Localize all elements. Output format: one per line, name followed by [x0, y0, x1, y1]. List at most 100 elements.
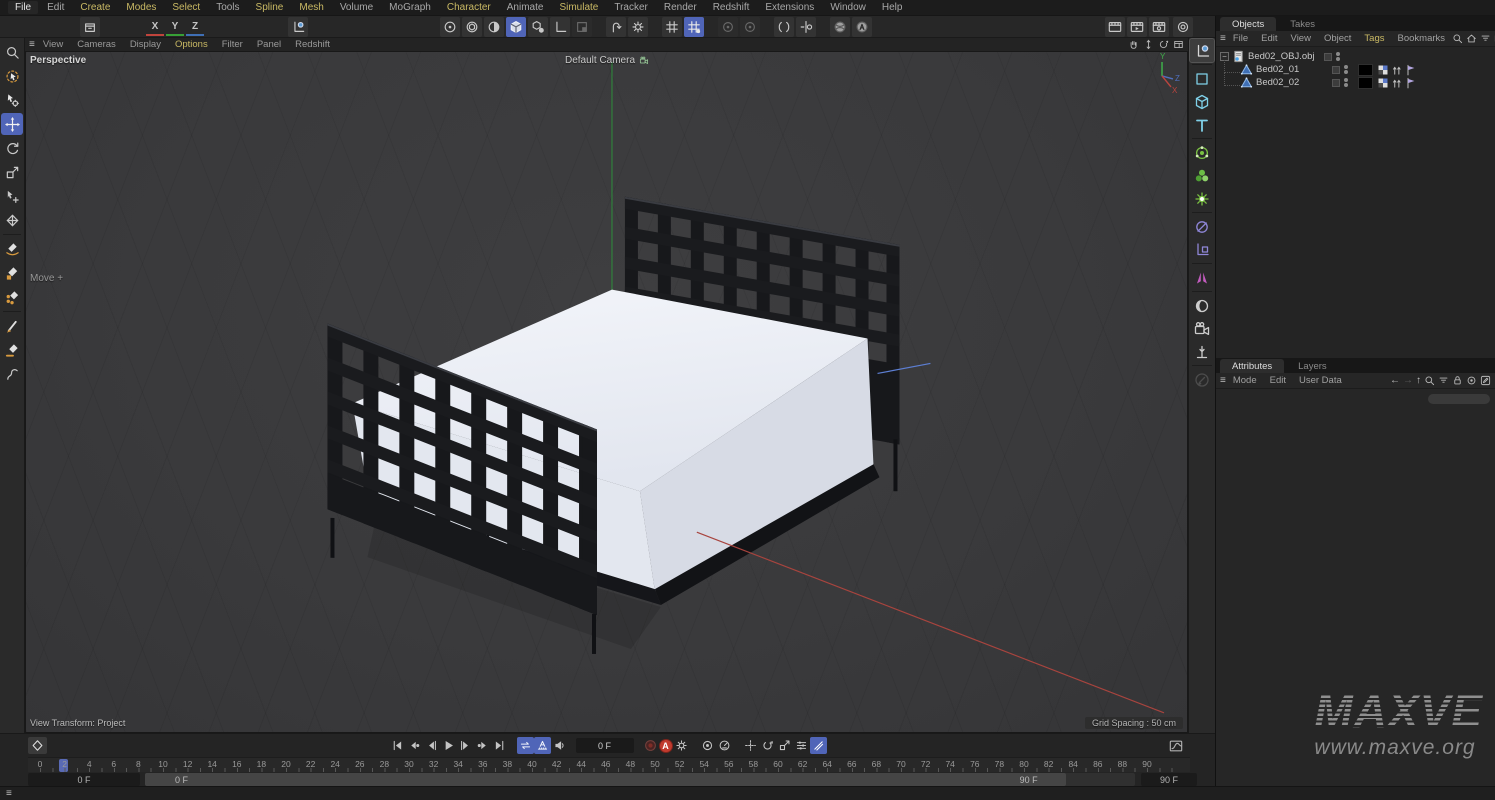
om-menu-file[interactable]: File — [1227, 33, 1254, 44]
field-object-icon[interactable] — [1190, 215, 1214, 238]
cache-object[interactable] — [830, 17, 850, 37]
object-row-bed02_02[interactable]: Bed02_02 — [1216, 76, 1495, 89]
menu-select[interactable]: Select — [165, 1, 207, 14]
previous-frame-button[interactable] — [423, 737, 440, 754]
range-end-field[interactable]: 90 F — [1141, 773, 1197, 786]
alembic-bake[interactable] — [852, 17, 872, 37]
am-tab-layers[interactable]: Layers — [1286, 359, 1339, 373]
current-frame-field[interactable]: 0 F — [576, 738, 634, 753]
menu-animate[interactable]: Animate — [500, 1, 551, 14]
text-object-icon[interactable] — [1190, 113, 1214, 136]
sound-button[interactable] — [551, 737, 568, 754]
am-lock-icon[interactable] — [1452, 375, 1463, 386]
vp-menu-display[interactable]: Display — [124, 39, 167, 50]
menu-modes[interactable]: Modes — [119, 1, 163, 14]
om-filter-icon[interactable] — [1480, 33, 1491, 44]
menu-character[interactable]: Character — [440, 1, 498, 14]
am-filter-icon[interactable] — [1438, 375, 1449, 386]
content-browser[interactable] — [80, 17, 100, 37]
axis-toggle-z[interactable]: Z — [186, 18, 204, 36]
phong-tag-icon[interactable] — [1405, 77, 1417, 89]
axis-modify[interactable] — [740, 17, 760, 37]
phong-tag-icon[interactable] — [1405, 64, 1417, 76]
am-menu-mode[interactable]: Mode — [1227, 375, 1263, 386]
play-button[interactable] — [440, 737, 457, 754]
layer-toggle[interactable] — [1332, 66, 1340, 74]
key-position-button[interactable] — [742, 737, 759, 754]
om-tab-objects[interactable]: Objects — [1220, 17, 1276, 31]
workplane-mode[interactable] — [572, 17, 592, 37]
am-search-icon[interactable] — [1424, 375, 1435, 386]
visibility-dots[interactable] — [1344, 78, 1348, 87]
brush-tool-icon[interactable] — [1, 315, 23, 337]
shading-gouraud[interactable] — [506, 17, 526, 37]
range-slider[interactable]: 0 F 90 F — [145, 773, 1135, 786]
om-search-icon[interactable] — [1452, 33, 1463, 44]
uvw-tag-icon[interactable] — [1391, 64, 1403, 76]
shading-isoparm[interactable] — [462, 17, 482, 37]
om-menu-object[interactable]: Object — [1318, 33, 1357, 44]
line-cut-icon[interactable] — [1, 339, 23, 361]
autokeying-button[interactable]: A — [659, 739, 673, 753]
material-swatch[interactable] — [1358, 77, 1373, 89]
loop-preview-button[interactable] — [517, 737, 534, 754]
menu-edit[interactable]: Edit — [40, 1, 71, 14]
vp-menu-filter[interactable]: Filter — [216, 39, 249, 50]
autokey-range-button[interactable] — [534, 737, 551, 754]
range-start-field[interactable]: 0 F — [28, 773, 140, 786]
menu-file[interactable]: File — [8, 1, 38, 14]
coordinate-system[interactable] — [288, 17, 308, 37]
rotate-tool-icon[interactable] — [1, 137, 23, 159]
menu-mograph[interactable]: MoGraph — [382, 1, 438, 14]
guide-object-icon[interactable] — [1190, 238, 1214, 261]
stage-light-icon[interactable] — [1190, 340, 1214, 363]
axis-toggle-y[interactable]: Y — [166, 18, 184, 36]
live-selection-icon[interactable] — [1, 65, 23, 87]
object-row-bed02_01[interactable]: Bed02_01 — [1216, 63, 1495, 76]
go-to-end-button[interactable] — [491, 737, 508, 754]
selection-options-icon[interactable] — [1, 89, 23, 111]
am-up-icon[interactable]: ↑ — [1416, 375, 1421, 386]
axis-toggle-x[interactable]: X — [146, 18, 164, 36]
snap-move-icon[interactable] — [1, 185, 23, 207]
am-forward-icon[interactable]: → — [1403, 375, 1413, 386]
viewport-canvas[interactable]: YZX Perspective Default Camera Move + Vi… — [25, 51, 1188, 733]
key-pla-button[interactable] — [810, 737, 827, 754]
menu-volume[interactable]: Volume — [333, 1, 380, 14]
menu-help[interactable]: Help — [875, 1, 910, 14]
mirror-tool[interactable] — [774, 17, 794, 37]
next-frame-button[interactable] — [457, 737, 474, 754]
viewport-hamburger-icon[interactable]: ≡ — [29, 39, 35, 50]
axis-workplane-icon[interactable] — [1190, 39, 1214, 62]
statusbar-menu-icon[interactable]: ≡ — [6, 788, 12, 799]
menu-tracker[interactable]: Tracker — [607, 1, 655, 14]
object-name[interactable]: Bed02_OBJ.obj — [1248, 51, 1324, 62]
grid-snap[interactable] — [684, 17, 704, 37]
scale-tool-icon[interactable] — [1, 161, 23, 183]
deformer-icon[interactable] — [1190, 187, 1214, 210]
render-settings[interactable] — [1149, 17, 1169, 37]
playback-rate-button[interactable] — [716, 737, 733, 754]
previous-key-button[interactable] — [406, 737, 423, 754]
vp-menu-cameras[interactable]: Cameras — [71, 39, 122, 50]
material-swatch[interactable] — [1358, 64, 1373, 76]
am-hamburger-icon[interactable]: ≡ — [1220, 375, 1226, 386]
uvw-tag-icon[interactable] — [1391, 77, 1403, 89]
search-commands-icon[interactable] — [1, 41, 23, 63]
menu-window[interactable]: Window — [823, 1, 873, 14]
shading-hidden-line[interactable] — [484, 17, 504, 37]
modeling-settings[interactable] — [628, 17, 648, 37]
am-track-icon[interactable] — [1466, 375, 1477, 386]
keyframe-diamond-button[interactable] — [28, 737, 47, 754]
texture-tag-icon[interactable] — [1377, 64, 1389, 76]
key-scale-button[interactable] — [776, 737, 793, 754]
object-name[interactable]: Bed02_01 — [1256, 64, 1332, 75]
am-menu-user-data[interactable]: User Data — [1293, 375, 1348, 386]
primitive-cube-icon[interactable] — [1190, 90, 1214, 113]
axis-center[interactable] — [718, 17, 738, 37]
next-key-button[interactable] — [474, 737, 491, 754]
object-name[interactable]: Bed02_02 — [1256, 77, 1332, 88]
layer-toggle[interactable] — [1332, 79, 1340, 87]
am-tab-attributes[interactable]: Attributes — [1220, 359, 1284, 373]
am-back-icon[interactable]: ← — [1390, 375, 1400, 386]
